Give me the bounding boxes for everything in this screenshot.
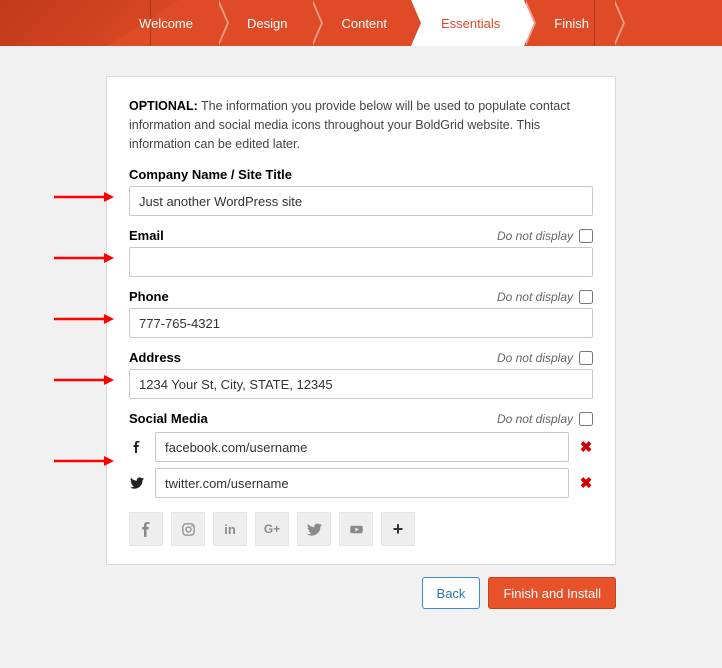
form-actions: Back Finish and Install [106, 577, 616, 609]
social-icon-picker: in G+ + [129, 512, 593, 546]
address-input[interactable] [129, 369, 593, 399]
phone-label: Phone [129, 289, 169, 304]
add-more-icon[interactable]: + [381, 512, 415, 546]
social-dnd[interactable]: Do not display [497, 412, 593, 426]
wizard-steps: Welcome Design Content Essentials Finish [0, 0, 722, 46]
company-label: Company Name / Site Title [129, 167, 292, 182]
social-label: Social Media [129, 411, 208, 426]
remove-twitter[interactable]: ✖ [579, 474, 593, 492]
phone-input[interactable] [129, 308, 593, 338]
address-dnd-checkbox[interactable] [579, 351, 593, 365]
intro-text: OPTIONAL: The information you provide be… [129, 97, 593, 153]
remove-facebook[interactable]: ✖ [579, 438, 593, 456]
add-youtube-icon[interactable] [339, 512, 373, 546]
address-dnd[interactable]: Do not display [497, 351, 593, 365]
step-essentials[interactable]: Essentials [411, 0, 524, 46]
company-input[interactable] [129, 186, 593, 216]
add-instagram-icon[interactable] [171, 512, 205, 546]
email-dnd[interactable]: Do not display [497, 229, 593, 243]
form-card: OPTIONAL: The information you provide be… [106, 76, 616, 565]
add-facebook-icon[interactable] [129, 512, 163, 546]
step-design[interactable]: Design [217, 0, 311, 46]
email-dnd-checkbox[interactable] [579, 229, 593, 243]
back-button[interactable]: Back [422, 577, 481, 609]
phone-dnd[interactable]: Do not display [497, 290, 593, 304]
step-content[interactable]: Content [311, 0, 411, 46]
twitter-icon [129, 476, 145, 490]
address-label: Address [129, 350, 181, 365]
add-googleplus-icon[interactable]: G+ [255, 512, 289, 546]
finish-install-button[interactable]: Finish and Install [488, 577, 616, 609]
facebook-icon [129, 440, 145, 454]
step-finish[interactable]: Finish [524, 0, 613, 46]
email-label: Email [129, 228, 164, 243]
phone-dnd-checkbox[interactable] [579, 290, 593, 304]
add-twitter-icon[interactable] [297, 512, 331, 546]
social-dnd-checkbox[interactable] [579, 412, 593, 426]
email-input[interactable] [129, 247, 593, 277]
facebook-input[interactable] [155, 432, 569, 462]
twitter-input[interactable] [155, 468, 569, 498]
add-linkedin-icon[interactable]: in [213, 512, 247, 546]
step-welcome[interactable]: Welcome [109, 0, 217, 46]
